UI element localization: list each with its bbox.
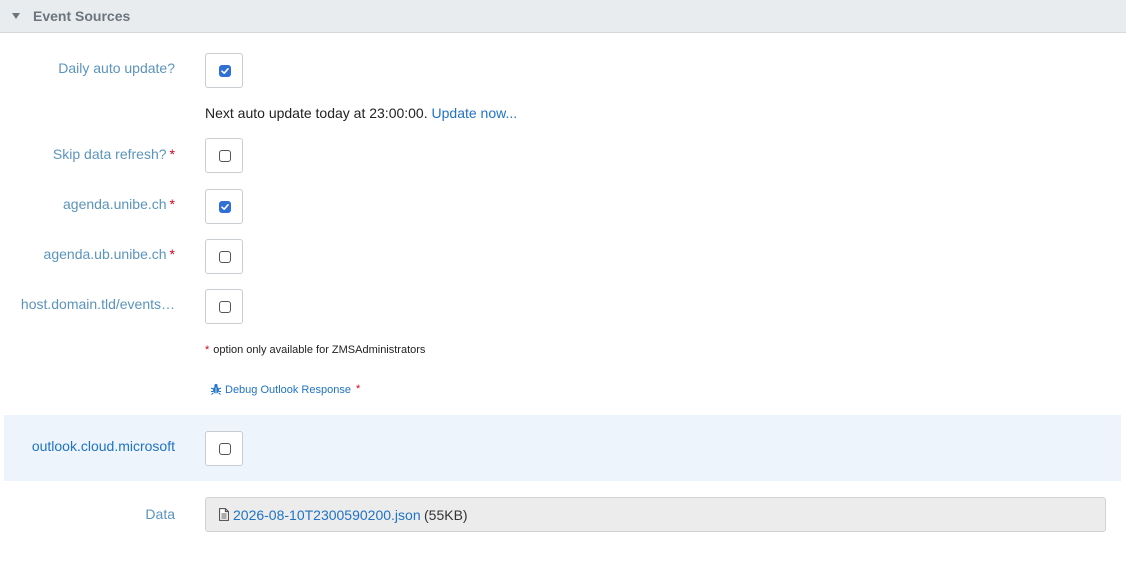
checkbox-box bbox=[219, 301, 231, 313]
admin-note: * option only available for ZMSAdministra… bbox=[205, 344, 425, 356]
check-icon bbox=[221, 68, 229, 74]
outlook-checkbox[interactable] bbox=[205, 431, 243, 466]
custom-host-label: host.domain.tld/events… bbox=[20, 296, 175, 312]
skip-refresh-label: Skip data refresh? * bbox=[53, 146, 175, 162]
checkbox-box bbox=[219, 251, 231, 263]
debug-outlook-link[interactable]: Debug Outlook Response bbox=[210, 383, 351, 396]
skip-refresh-text: Skip data refresh? bbox=[52, 146, 167, 162]
outlook-label: outlook.cloud.microsoft bbox=[31, 438, 175, 454]
caret-down-icon[interactable] bbox=[12, 13, 20, 19]
skip-refresh-checkbox[interactable] bbox=[205, 138, 243, 173]
checkbox-box bbox=[219, 65, 231, 77]
admin-note-text: option only available for ZMSAdministrat… bbox=[213, 344, 426, 356]
bug-icon bbox=[210, 384, 222, 395]
data-file-link[interactable]: 2026-08-10T2300590200.json bbox=[233, 507, 421, 523]
agenda-ub-unibe-checkbox[interactable] bbox=[205, 239, 243, 274]
checkbox-box bbox=[219, 443, 231, 455]
checkbox-box bbox=[219, 150, 231, 162]
agenda-unibe-checkbox[interactable] bbox=[205, 189, 243, 224]
custom-host-checkbox[interactable] bbox=[205, 289, 243, 324]
section-title: Event Sources bbox=[33, 8, 131, 24]
agenda-unibe-label: agenda.unibe.ch * bbox=[63, 196, 175, 212]
agenda-ub-unibe-label: agenda.ub.unibe.ch * bbox=[44, 246, 175, 262]
file-icon bbox=[219, 508, 229, 521]
data-file-field: 2026-08-10T2300590200.json (55KB) bbox=[205, 497, 1106, 532]
section-header[interactable]: Event Sources bbox=[0, 0, 1126, 33]
agenda-ub-unibe-text: agenda.ub.unibe.ch bbox=[43, 246, 167, 262]
data-file-size: (55KB) bbox=[424, 507, 468, 523]
daily-update-label: Daily auto update? bbox=[58, 60, 175, 76]
checkbox-box bbox=[219, 201, 231, 213]
debug-outlook-label[interactable]: Debug Outlook Response bbox=[225, 384, 351, 396]
required-marker: * bbox=[169, 246, 175, 262]
update-now-link[interactable]: Update now... bbox=[432, 105, 518, 121]
required-marker: * bbox=[356, 383, 361, 395]
required-marker: * bbox=[169, 196, 175, 212]
daily-update-checkbox[interactable] bbox=[205, 53, 243, 88]
next-update-text: Next auto update today at 23:00:00. bbox=[205, 105, 428, 121]
required-marker: * bbox=[169, 146, 175, 162]
next-update-info: Next auto update today at 23:00:00. Upda… bbox=[205, 105, 517, 121]
data-label: Data bbox=[145, 506, 175, 522]
agenda-unibe-text: agenda.unibe.ch bbox=[63, 196, 167, 212]
check-icon bbox=[221, 204, 229, 210]
required-marker: * bbox=[205, 344, 210, 356]
